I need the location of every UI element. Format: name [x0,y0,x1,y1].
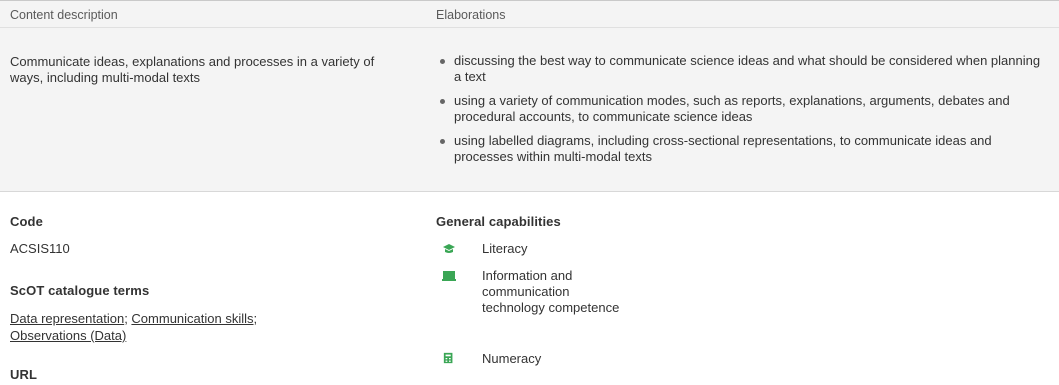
capabilities-label: General capabilities [436,214,561,229]
elaborations-header: Elaborations [436,8,506,22]
table-header: Content description Elaborations [0,0,1059,28]
bullet-icon [440,139,445,144]
elaboration-item: discussing the best way to communicate s… [436,53,1046,85]
elaboration-item: using a variety of communication modes, … [436,93,1046,125]
literacy-icon [443,244,455,253]
scot-term-link[interactable]: Data representation [10,311,124,326]
scot-term-link[interactable]: Communication skills [131,311,253,326]
content-description-header: Content description [10,8,118,22]
content-row: Communicate ideas, explanations and proc… [0,28,1059,192]
scot-terms: Data representation; Communication skill… [10,311,258,343]
scot-term-link[interactable]: Observations (Data) [10,328,126,343]
bullet-icon [440,99,445,104]
ict-icon [442,271,456,281]
url-label: URL [10,367,38,382]
code-label: Code [10,214,43,229]
details-section: Code ACSIS110 ScOT catalogue terms Data … [0,192,1059,385]
curriculum-detail: Content description Elaborations Communi… [0,0,1059,385]
elaboration-item: using labelled diagrams, including cross… [436,133,1046,165]
scot-label: ScOT catalogue terms [10,283,150,298]
content-description: Communicate ideas, explanations and proc… [10,54,375,85]
bullet-icon [440,59,445,64]
numeracy-icon [443,352,453,364]
elaborations-list: discussing the best way to communicate s… [436,53,1046,173]
code-value: ACSIS110 [10,241,70,256]
